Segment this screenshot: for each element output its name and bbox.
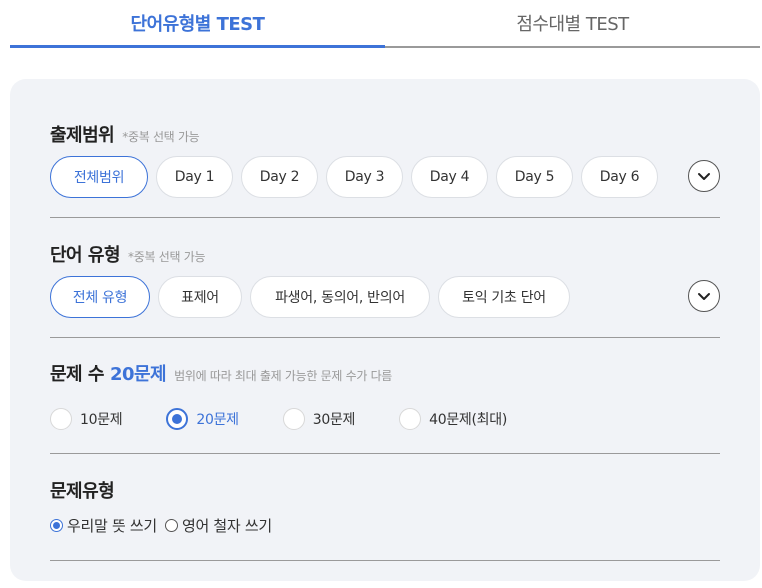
test-settings-panel: 출제범위 *중복 선택 가능 전체범위 Day 1 Day 2 Day 3 Da… [10, 79, 760, 581]
radio-label: 40문제(최대) [429, 412, 507, 428]
question-type-title: 문제유형 [50, 481, 115, 502]
range-chip-group: 전체범위 Day 1 Day 2 Day 3 Day 4 Day 5 Day 6 [50, 156, 658, 198]
radio-label: 영어 철자 쓰기 [181, 517, 272, 535]
range-section-header: 출제범위 *중복 선택 가능 [50, 121, 720, 147]
radio-button[interactable] [282, 408, 305, 430]
tab-word-type-test[interactable]: 단어유형별 TEST [10, 0, 385, 48]
radio-button[interactable] [50, 408, 72, 430]
range-expand-button[interactable] [688, 160, 720, 192]
question-type-korean[interactable]: 우리말 뜻 쓰기 [50, 515, 157, 536]
divider [50, 560, 720, 561]
radio-button[interactable] [399, 408, 422, 430]
radio-button[interactable] [50, 519, 63, 532]
word-type-chip-all[interactable]: 전체 유형 [50, 276, 150, 318]
radio-button[interactable] [166, 408, 189, 430]
question-type-section-header: 문제유형 [50, 477, 720, 503]
question-count-radio-group: 10문제 20문제 30문제 40문제(최대) [50, 408, 507, 430]
radio-label: 10문제 [80, 412, 123, 428]
range-chip-day5[interactable]: Day 5 [496, 156, 573, 198]
count-option-40[interactable]: 40문제(최대) [399, 408, 507, 430]
question-count-section-header: 문제 수 20문제 범위에 따라 최대 출제 가능한 문제 수가 다름 [50, 360, 720, 386]
count-option-10[interactable]: 10문제 [50, 408, 123, 430]
word-type-chip-basic[interactable]: 토익 기초 단어 [438, 276, 570, 318]
radio-label: 우리말 뜻 쓰기 [67, 517, 157, 535]
word-type-note: *중복 선택 가능 [128, 250, 206, 264]
range-note: *중복 선택 가능 [122, 130, 200, 144]
test-type-tabs: 단어유형별 TEST 점수대별 TEST [10, 0, 760, 48]
radio-label: 30문제 [312, 412, 356, 428]
count-option-30[interactable]: 30문제 [282, 408, 356, 430]
chevron-down-icon [698, 173, 710, 180]
word-type-chip-derivatives[interactable]: 파생어, 동의어, 반의어 [250, 276, 430, 318]
chevron-down-icon [698, 293, 710, 300]
tab-score-range-test[interactable]: 점수대별 TEST [385, 0, 760, 48]
question-count-value: 20문제 [109, 364, 167, 385]
range-chip-day2[interactable]: Day 2 [241, 156, 318, 198]
range-chip-day4[interactable]: Day 4 [411, 156, 488, 198]
divider [50, 217, 720, 218]
divider [50, 337, 720, 338]
question-count-note: 범위에 따라 최대 출제 가능한 문제 수가 다름 [174, 369, 393, 383]
range-chip-day6[interactable]: Day 6 [581, 156, 658, 198]
word-type-expand-button[interactable] [688, 280, 720, 312]
range-chip-all[interactable]: 전체범위 [50, 156, 148, 198]
question-count-title: 문제 수 [50, 364, 104, 385]
radio-button[interactable] [164, 519, 178, 532]
question-type-radio-group: 우리말 뜻 쓰기 영어 철자 쓰기 [50, 515, 280, 536]
word-type-section-header: 단어 유형 *중복 선택 가능 [50, 241, 720, 267]
range-chip-day3[interactable]: Day 3 [326, 156, 403, 198]
word-type-title: 단어 유형 [50, 245, 121, 266]
divider [50, 453, 720, 454]
count-option-20[interactable]: 20문제 [166, 408, 239, 430]
range-title: 출제범위 [50, 125, 115, 146]
word-type-chip-group: 전체 유형 표제어 파생어, 동의어, 반의어 토익 기초 단어 [50, 276, 570, 318]
word-type-chip-headword[interactable]: 표제어 [158, 276, 242, 318]
radio-label: 20문제 [196, 412, 239, 428]
range-chip-day1[interactable]: Day 1 [156, 156, 233, 198]
question-type-english[interactable]: 영어 철자 쓰기 [164, 515, 272, 536]
